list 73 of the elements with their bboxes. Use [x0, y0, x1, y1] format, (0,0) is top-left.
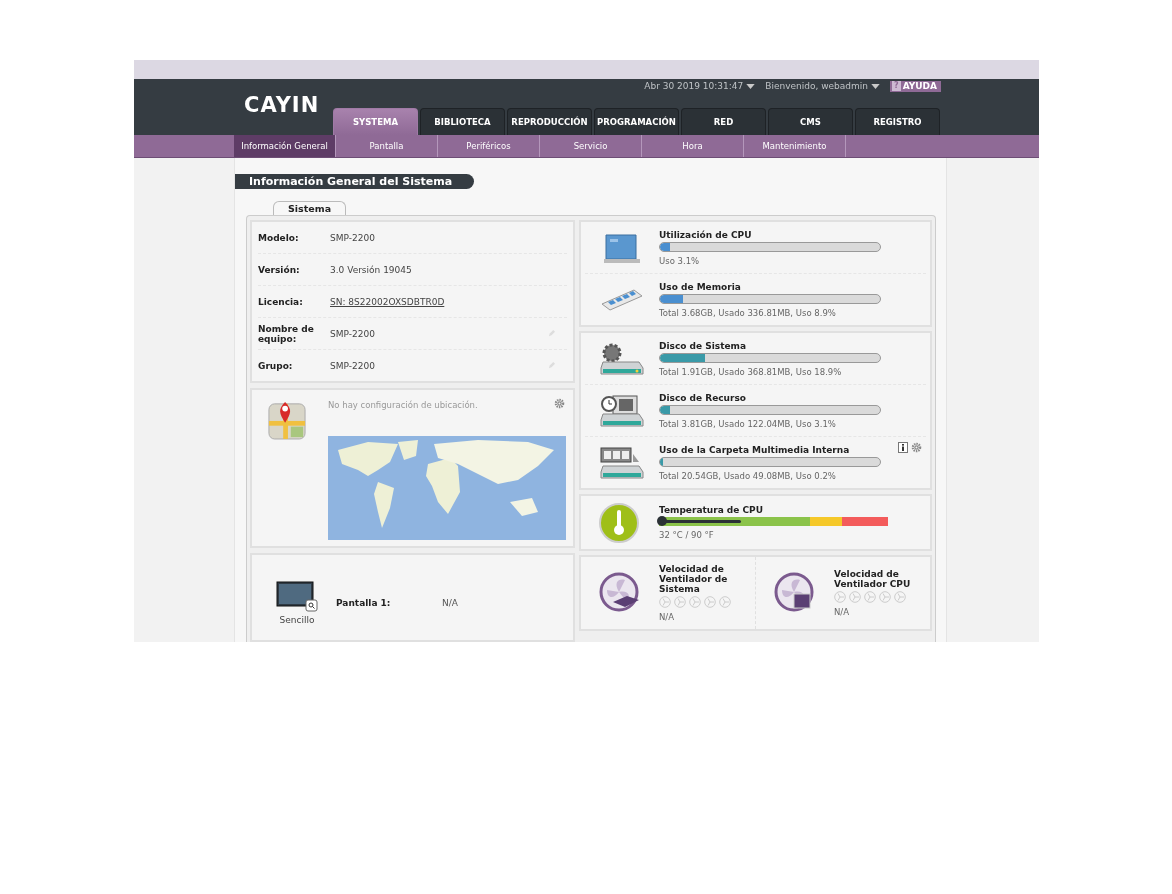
- info-icon[interactable]: [898, 442, 908, 453]
- caret-icon: [871, 83, 880, 89]
- display-mode-label: Sencillo: [279, 615, 315, 625]
- location-message: No hay configuración de ubicación.: [328, 400, 478, 410]
- fan-speed-icon: [864, 591, 876, 603]
- field-value: SMP-2200: [330, 328, 375, 339]
- field-value: SMP-2200: [330, 232, 375, 243]
- usage-text: Uso 3.1%: [659, 255, 701, 266]
- fan-speed-icon: [894, 591, 906, 603]
- field-label: Grupo:: [258, 360, 294, 371]
- user-dropdown[interactable]: Bienvenido, webadmin: [765, 81, 880, 91]
- sub-tab[interactable]: Mantenimiento: [744, 135, 846, 157]
- nav-tab[interactable]: SYSTEMA: [333, 108, 418, 135]
- nav-tab[interactable]: BIBLIOTECA: [420, 108, 505, 135]
- nav-tab[interactable]: RED: [681, 108, 766, 135]
- sub-tab[interactable]: Servicio: [540, 135, 642, 157]
- fan-speed-icon: [849, 591, 861, 603]
- sub-tab[interactable]: Información General: [234, 135, 336, 157]
- field-value: 3.0 Versión 19045: [330, 264, 412, 275]
- fan-chip-icon: [774, 572, 816, 614]
- datetime-dropdown[interactable]: Abr 30 2019 10:31:47: [644, 81, 756, 91]
- fan-speed-icon: [719, 596, 731, 608]
- usage-text: Total 3.68GB, Usado 336.81MB, Uso 8.9%: [659, 307, 837, 318]
- usage-text: Total 20.54GB, Usado 49.08MB, Uso 0.2%: [659, 470, 837, 481]
- sub-tab[interactable]: Pantalla: [336, 135, 438, 157]
- fan-speed-reading: N/A: [834, 607, 851, 617]
- fan-speed-icon: [659, 596, 671, 608]
- fan-speed-icon: [689, 596, 701, 608]
- caret-icon: [746, 83, 756, 89]
- metric-title: Velocidad de Ventilador de Sistema: [659, 564, 729, 594]
- settings-icon[interactable]: [554, 398, 565, 409]
- logo: CAYIN: [244, 93, 320, 117]
- hard-drive-clock-icon: [599, 393, 645, 428]
- fan-speed-reading: N/A: [659, 612, 676, 622]
- field-label: Modelo:: [258, 232, 300, 243]
- usage-text: Total 3.81GB, Usado 122.04MB, Uso 3.1%: [659, 418, 837, 429]
- fan-speed-icon: [674, 596, 686, 608]
- thermometer-icon: [599, 502, 639, 543]
- nav-tab[interactable]: REPRODUCCIÓN: [507, 108, 592, 135]
- sub-tab[interactable]: Hora: [642, 135, 744, 157]
- nav-tab[interactable]: PROGRAMACIÓN: [594, 108, 679, 135]
- hard-drive-film-icon: [599, 445, 645, 480]
- license-link[interactable]: SN: 8S22002OXSDBTR0D: [330, 296, 445, 307]
- usage-text: Total 1.91GB, Usado 368.81MB, Uso 18.9%: [659, 366, 843, 377]
- metric-title: Temperatura de CPU: [659, 505, 765, 515]
- field-label: Licencia:: [258, 296, 304, 307]
- field-label: Versión:: [258, 264, 301, 275]
- sub-tab[interactable]: Periféricos: [438, 135, 540, 157]
- fan-speed-icon: [879, 591, 891, 603]
- metric-title: Uso de Memoria: [659, 281, 742, 292]
- nav-tab[interactable]: REGISTRO: [855, 108, 940, 135]
- field-label: Nombre de equipo:: [258, 323, 315, 344]
- field-label: Pantalla 1:: [336, 598, 392, 608]
- fan-speed-icon: [834, 591, 846, 603]
- fan-speed-icon: [704, 596, 716, 608]
- section-tab[interactable]: Sistema: [273, 201, 347, 215]
- metric-title: Disco de Recurso: [659, 392, 747, 403]
- metric-title: Utilización de CPU: [659, 229, 753, 240]
- map-pin-icon: [268, 400, 306, 440]
- field-value: SMP-2200: [330, 360, 375, 371]
- nav-tab[interactable]: CMS: [768, 108, 853, 135]
- monitor-icon: [276, 581, 318, 613]
- metric-title: Uso de la Carpeta Multimedia Interna: [659, 444, 851, 455]
- page-title: Información General del Sistema: [235, 174, 475, 189]
- metric-title: Velocidad de Ventilador CPU: [834, 569, 912, 589]
- field-value: N/A: [442, 598, 458, 608]
- help-button[interactable]: ? AYUDA: [890, 81, 941, 92]
- memory-module-icon: [600, 287, 644, 312]
- metric-title: Disco de Sistema: [659, 340, 748, 351]
- hard-drive-gear-icon: [599, 341, 645, 376]
- temperature-reading: 32 °C / 90 °F: [659, 530, 715, 540]
- help-icon: ?: [892, 81, 901, 91]
- fan-device-icon: [599, 572, 641, 614]
